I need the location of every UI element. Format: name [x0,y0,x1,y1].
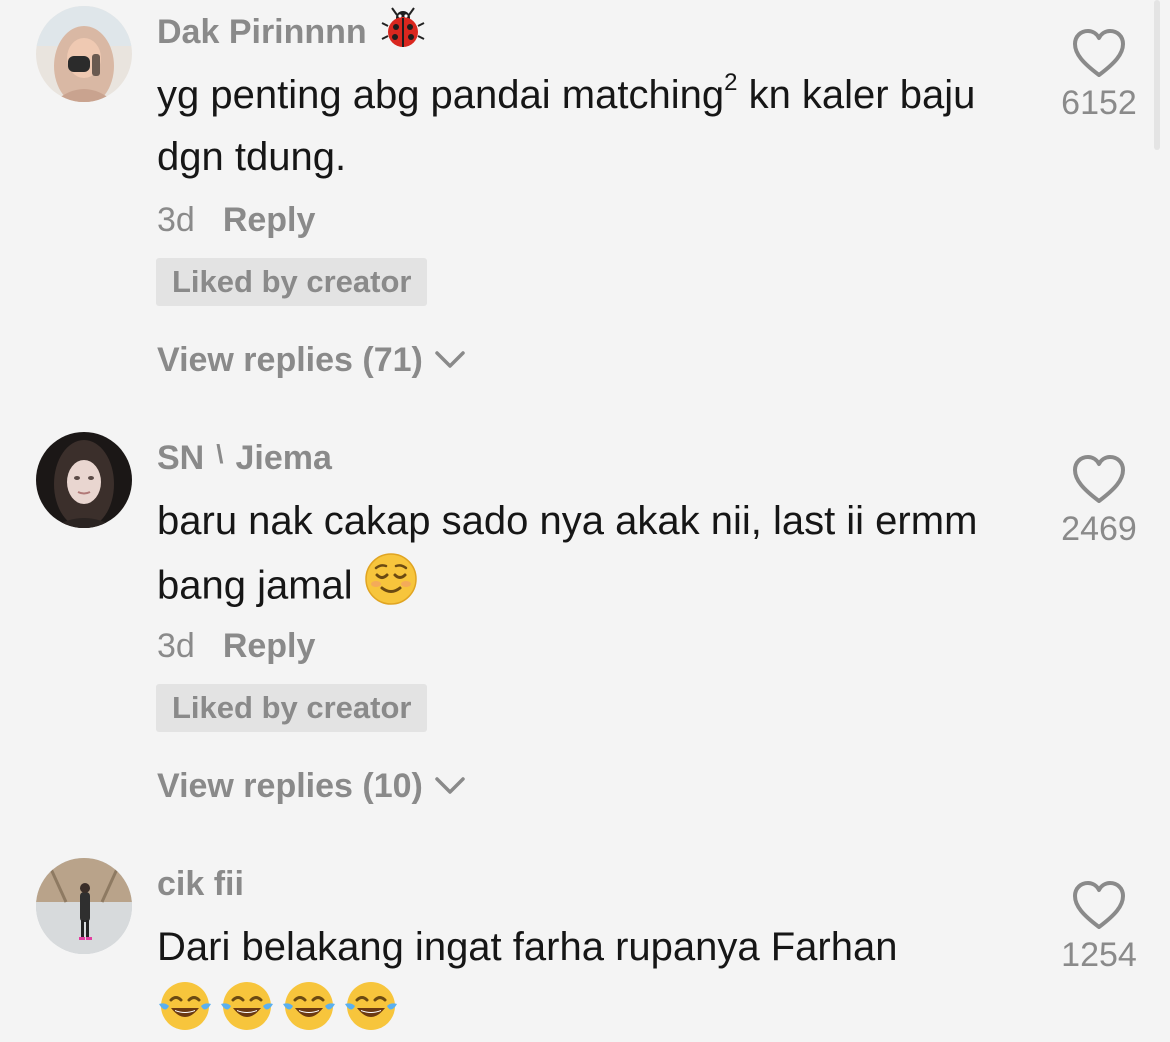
comment-meta: 3d Reply [157,624,315,668]
heart-icon[interactable] [1071,454,1127,506]
liked-by-creator-badge: Liked by creator [156,684,428,732]
comment-timestamp: 3d [157,200,195,239]
liked-by-creator-badge: Liked by creator [156,258,428,306]
like-column: 2469 [1050,454,1148,549]
comment-text: yg penting abg pandai matching2 kn kaler… [157,69,976,180]
relieved-face-icon [364,552,418,624]
view-replies-button[interactable]: View replies (10) [157,763,467,809]
chevron-down-icon [435,777,465,794]
comment-text: baru nak cakap sado nya akak nii, last i… [157,490,1017,624]
username-separator: \ [216,438,224,469]
tears-of-joy-icon [219,980,275,1042]
heart-icon[interactable] [1071,880,1127,932]
like-column: 6152 [1050,28,1148,123]
tears-of-joy-icon [157,980,213,1042]
username-text: cik fii [157,864,244,903]
username-part-1: SN [157,438,205,477]
chevron-down-icon [435,351,465,368]
tears-of-joy-icon [343,980,399,1042]
avatar[interactable] [36,6,132,102]
comment-text: Dari belakang ingat farha rupanya Farhan [157,916,1017,1042]
superscript: 2 [724,69,738,96]
like-count: 2469 [1061,510,1137,548]
emoji-row [157,980,1017,1042]
avatar[interactable] [36,858,132,954]
like-column: 1254 [1050,880,1148,975]
reply-button[interactable]: Reply [223,201,316,240]
comments-panel: Dak Pirinnnn yg penting abg pandai match… [0,0,1170,1042]
comment-username[interactable]: Dak Pirinnnn [157,6,425,54]
tears-of-joy-icon [281,980,337,1042]
comment-username[interactable]: cik fii [157,862,244,906]
view-replies-button[interactable]: View replies (71) [157,337,467,383]
view-replies-label: View replies (10) [157,766,423,805]
like-count: 1254 [1061,936,1137,974]
like-count: 6152 [1061,84,1137,122]
reply-button[interactable]: Reply [223,627,316,666]
view-replies-label: View replies (71) [157,340,423,379]
comment-meta: 3d Reply [157,198,315,242]
username-part-2: Jiema [235,438,332,477]
ladybug-icon [381,6,425,59]
username-text: Dak Pirinnnn [157,12,367,51]
avatar[interactable] [36,432,132,528]
comment-timestamp: 3d [157,626,195,665]
scrollbar[interactable] [1154,0,1160,150]
comment-username[interactable]: SN \ Jiema [157,436,332,480]
heart-icon[interactable] [1071,28,1127,80]
